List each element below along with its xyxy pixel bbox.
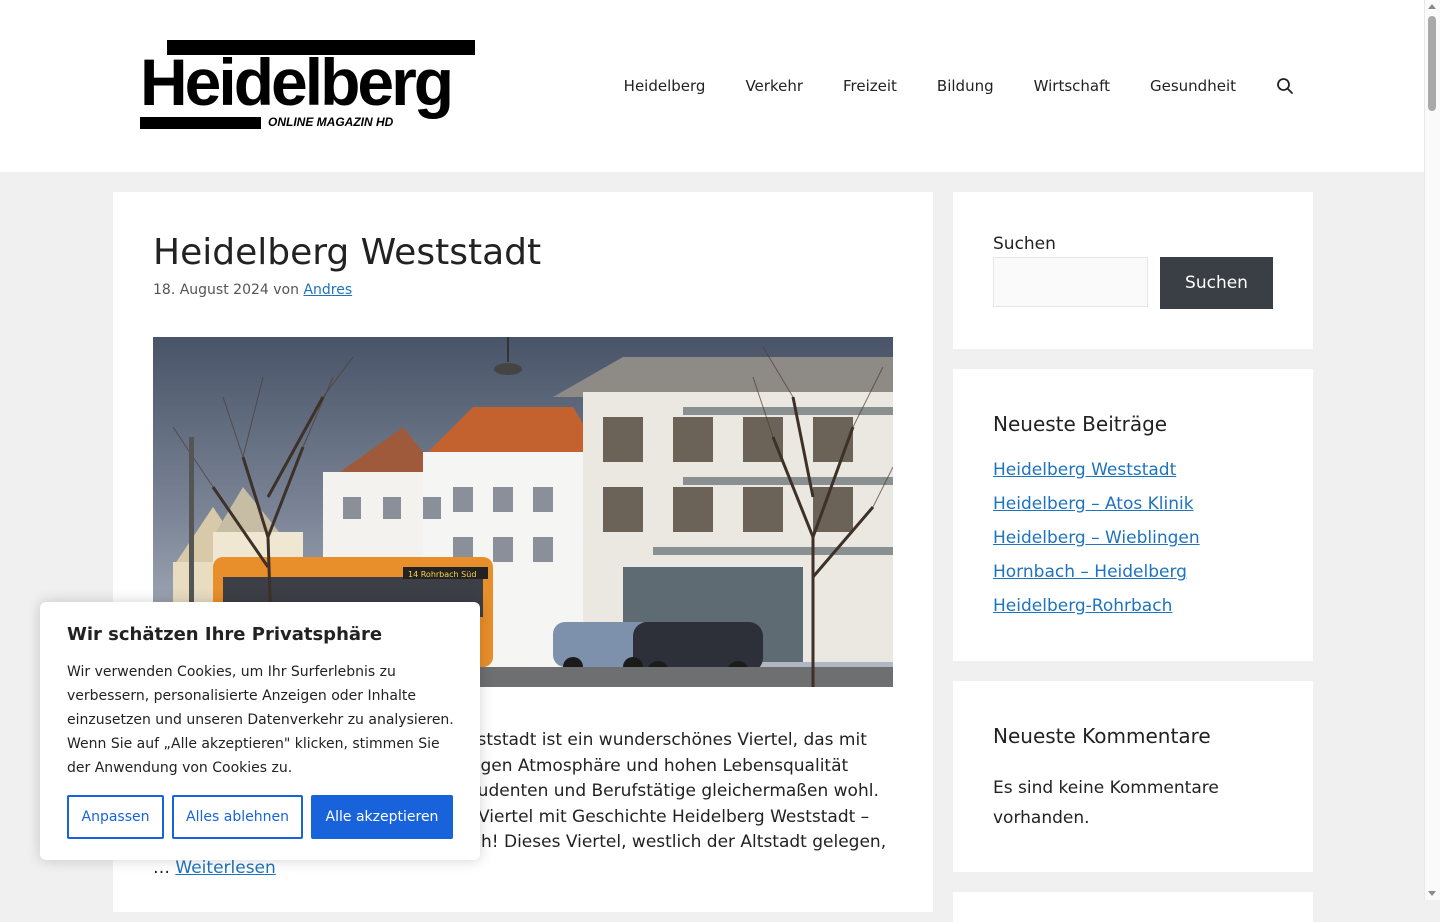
list-item: Heidelberg Weststadt [993,459,1200,493]
recent-post-link[interactable]: Hornbach – Heidelberg [993,562,1187,582]
no-comments-text: Es sind keine Kommentare vorhanden. [993,778,1219,828]
logo-bar-bottom [140,117,261,129]
recent-post-link[interactable]: Heidelberg Weststadt [993,460,1176,480]
recent-comments-widget: Neueste Kommentare Es sind keine Komment… [953,681,1313,872]
logo-subtitle: ONLINE MAGAZIN HD [268,115,394,129]
recent-post-link[interactable]: Heidelberg – Wieblingen [993,528,1200,548]
scrollbar-thumb[interactable] [1428,16,1436,111]
nav-item-verkehr[interactable]: Verkehr [745,66,803,106]
article-date: 18. August 2024 [153,282,269,298]
list-item: Hornbach – Heidelberg [993,561,1200,595]
scroll-down-arrow-icon[interactable] [1428,891,1436,896]
scroll-up-arrow-icon[interactable] [1428,4,1436,9]
article-title[interactable]: Heidelberg Weststadt [153,230,541,276]
search-widget: Suchen Suchen [953,192,1313,349]
cookie-title: Wir schätzen Ihre Privatsphäre [67,624,383,645]
search-label: Suchen [993,234,1056,254]
site-logo[interactable]: Heidelberg ONLINE MAGAZIN HD [140,40,476,130]
recent-post-link[interactable]: Heidelberg-Rohrbach [993,596,1172,616]
cookie-consent-banner: Wir schätzen Ihre Privatsphäre Wir verwe… [40,602,480,860]
next-widget [953,892,1313,922]
nav-item-freizeit[interactable]: Freizeit [843,66,897,106]
list-item: Heidelberg – Wieblingen [993,527,1200,561]
page-scrollbar[interactable] [1424,0,1440,900]
cookie-accept-button[interactable]: Alle akzeptieren [311,795,453,839]
nav-item-gesundheit[interactable]: Gesundheit [1150,66,1236,106]
list-item: Heidelberg-Rohrbach [993,595,1200,629]
article-author-link[interactable]: Andres [303,282,352,298]
recent-post-link[interactable]: Heidelberg – Atos Klinik [993,494,1194,514]
search-button[interactable]: Suchen [1160,257,1273,309]
list-item: Heidelberg – Atos Klinik [993,493,1200,527]
main-navigation: Heidelberg Verkehr Freizeit Bildung Wirt… [584,66,1294,106]
search-input[interactable] [993,257,1148,307]
cookie-text: Wir verwenden Cookies, um Ihr Surferlebn… [67,664,454,776]
recent-posts-list: Heidelberg Weststadt Heidelberg – Atos K… [993,459,1200,629]
site-header: Heidelberg ONLINE MAGAZIN HD Heidelberg … [0,0,1425,172]
cookie-reject-button[interactable]: Alles ablehnen [172,795,303,839]
logo-wordmark: Heidelberg [140,45,454,119]
recent-posts-widget: Neueste Beiträge Heidelberg Weststadt He… [953,369,1313,661]
excerpt-ellipsis: … [153,857,170,878]
article-meta: 18. August 2024 von Andres [153,282,352,298]
recent-posts-title: Neueste Beiträge [993,412,1168,436]
read-more-link[interactable]: Weiterlesen [175,858,275,878]
search-icon[interactable] [1276,77,1294,95]
article-by: von [273,282,299,298]
nav-item-wirtschaft[interactable]: Wirtschaft [1034,66,1110,106]
tram-destination-label: 14 Rohrbach Süd [408,570,476,579]
nav-item-heidelberg[interactable]: Heidelberg [624,66,706,106]
cookie-customize-button[interactable]: Anpassen [67,795,164,839]
recent-comments-title: Neueste Kommentare [993,724,1211,748]
nav-item-bildung[interactable]: Bildung [937,66,994,106]
